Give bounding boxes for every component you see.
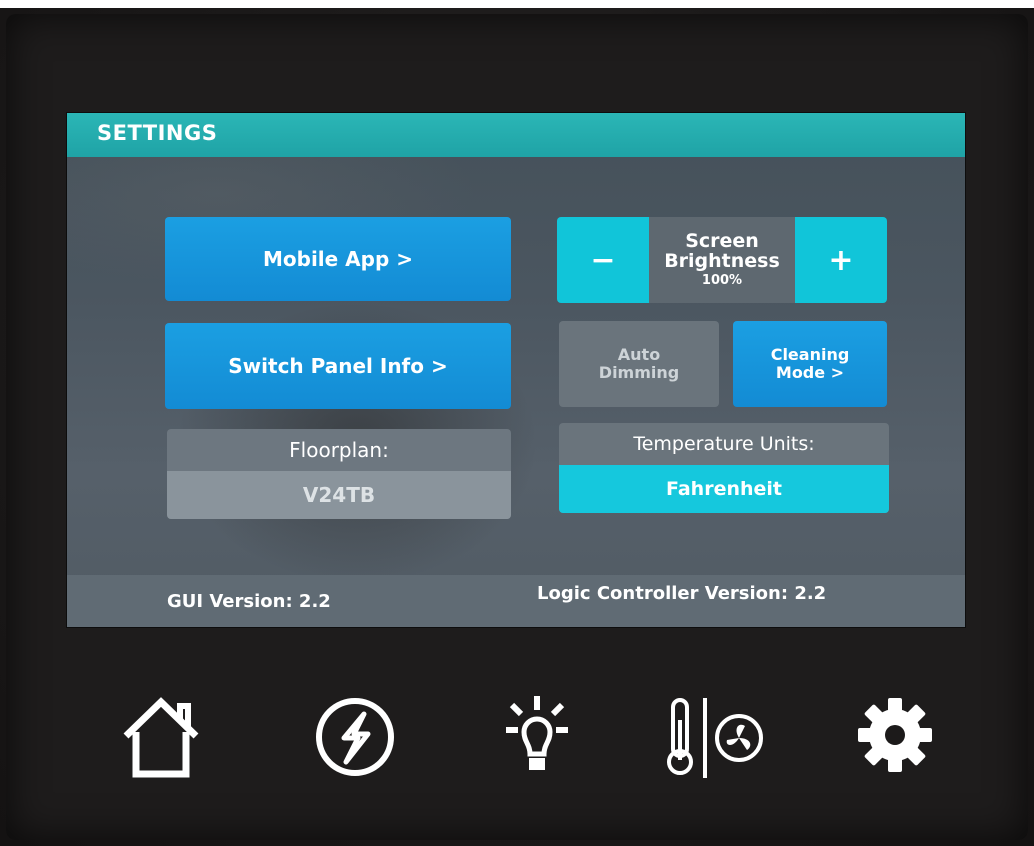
- temperature-units-label: Temperature Units:: [633, 433, 815, 455]
- floorplan-label: Floorplan:: [289, 438, 389, 462]
- temperature-units-panel: Temperature Units: Fahrenheit: [559, 423, 889, 513]
- floorplan-panel: Floorplan: V24TB: [167, 429, 511, 519]
- home-icon[interactable]: [106, 680, 216, 790]
- power-icon[interactable]: [300, 680, 410, 790]
- climate-icon[interactable]: [656, 680, 776, 790]
- touch-screen: SETTINGS Mobile App > − Screen Brightnes…: [66, 112, 966, 628]
- auto-dimming-label-line2: Dimming: [598, 363, 680, 382]
- switch-panel-info-button[interactable]: Switch Panel Info >: [165, 323, 511, 409]
- temperature-units-toggle[interactable]: Fahrenheit: [559, 465, 889, 513]
- gui-version: GUI Version: 2.2: [167, 591, 331, 612]
- bottom-navigation: [0, 680, 1034, 790]
- brightness-display: Screen Brightness 100%: [649, 217, 795, 303]
- brightness-increase-button[interactable]: +: [795, 217, 887, 303]
- brightness-value: 100%: [701, 273, 743, 289]
- brightness-decrease-button[interactable]: −: [557, 217, 649, 303]
- cleaning-mode-button[interactable]: Cleaning Mode >: [733, 321, 887, 407]
- auto-dimming-button[interactable]: Auto Dimming: [559, 321, 719, 407]
- title-bar: SETTINGS: [67, 113, 965, 157]
- brightness-label-line1: Screen: [685, 230, 759, 253]
- screen-brightness-control: − Screen Brightness 100% +: [557, 217, 887, 303]
- auto-dimming-label-line1: Auto: [617, 345, 661, 365]
- page-title: SETTINGS: [97, 121, 218, 145]
- cleaning-mode-label-line1: Cleaning: [770, 345, 850, 365]
- cleaning-mode-label-line2: Mode >: [775, 363, 845, 382]
- brightness-label-line2: Brightness: [664, 250, 780, 273]
- logic-controller-version: Logic Controller Version: 2.2: [537, 583, 827, 604]
- lighting-icon[interactable]: [482, 680, 592, 790]
- mobile-app-button[interactable]: Mobile App >: [165, 217, 511, 301]
- settings-gear-icon[interactable]: [840, 680, 950, 790]
- floorplan-value: V24TB: [167, 471, 511, 519]
